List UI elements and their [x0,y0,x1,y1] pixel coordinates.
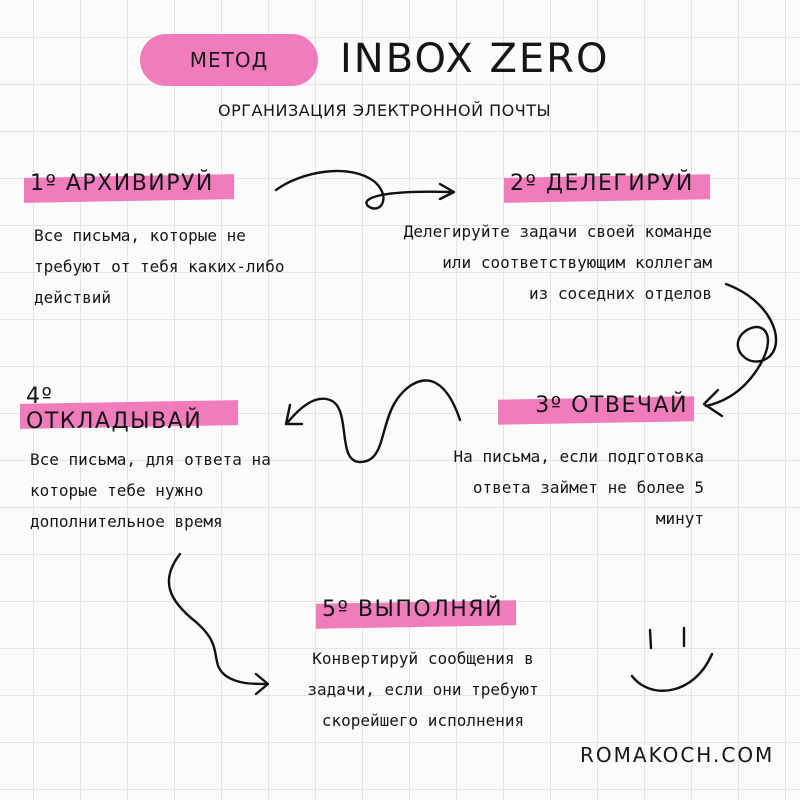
arrow-2-to-3-icon [702,282,778,418]
step-2-title: 2º ДЕЛЕГИРУЙ [504,168,710,198]
step-4-title: 4º ОТКЛАДЫВАЙ [20,384,238,434]
step-3-title: 3º ОТВЕЧАЙ [498,390,694,420]
arrow-4-to-5-icon [167,552,270,696]
step-5-title: 5º ВЫПОЛНЯЙ [316,594,516,624]
arrow-3-to-4-icon [284,379,462,464]
smiley-icon [630,626,714,692]
step-1-title: 1º АРХИВИРУЙ [24,168,234,198]
arrow-1-to-2-icon [274,169,456,210]
